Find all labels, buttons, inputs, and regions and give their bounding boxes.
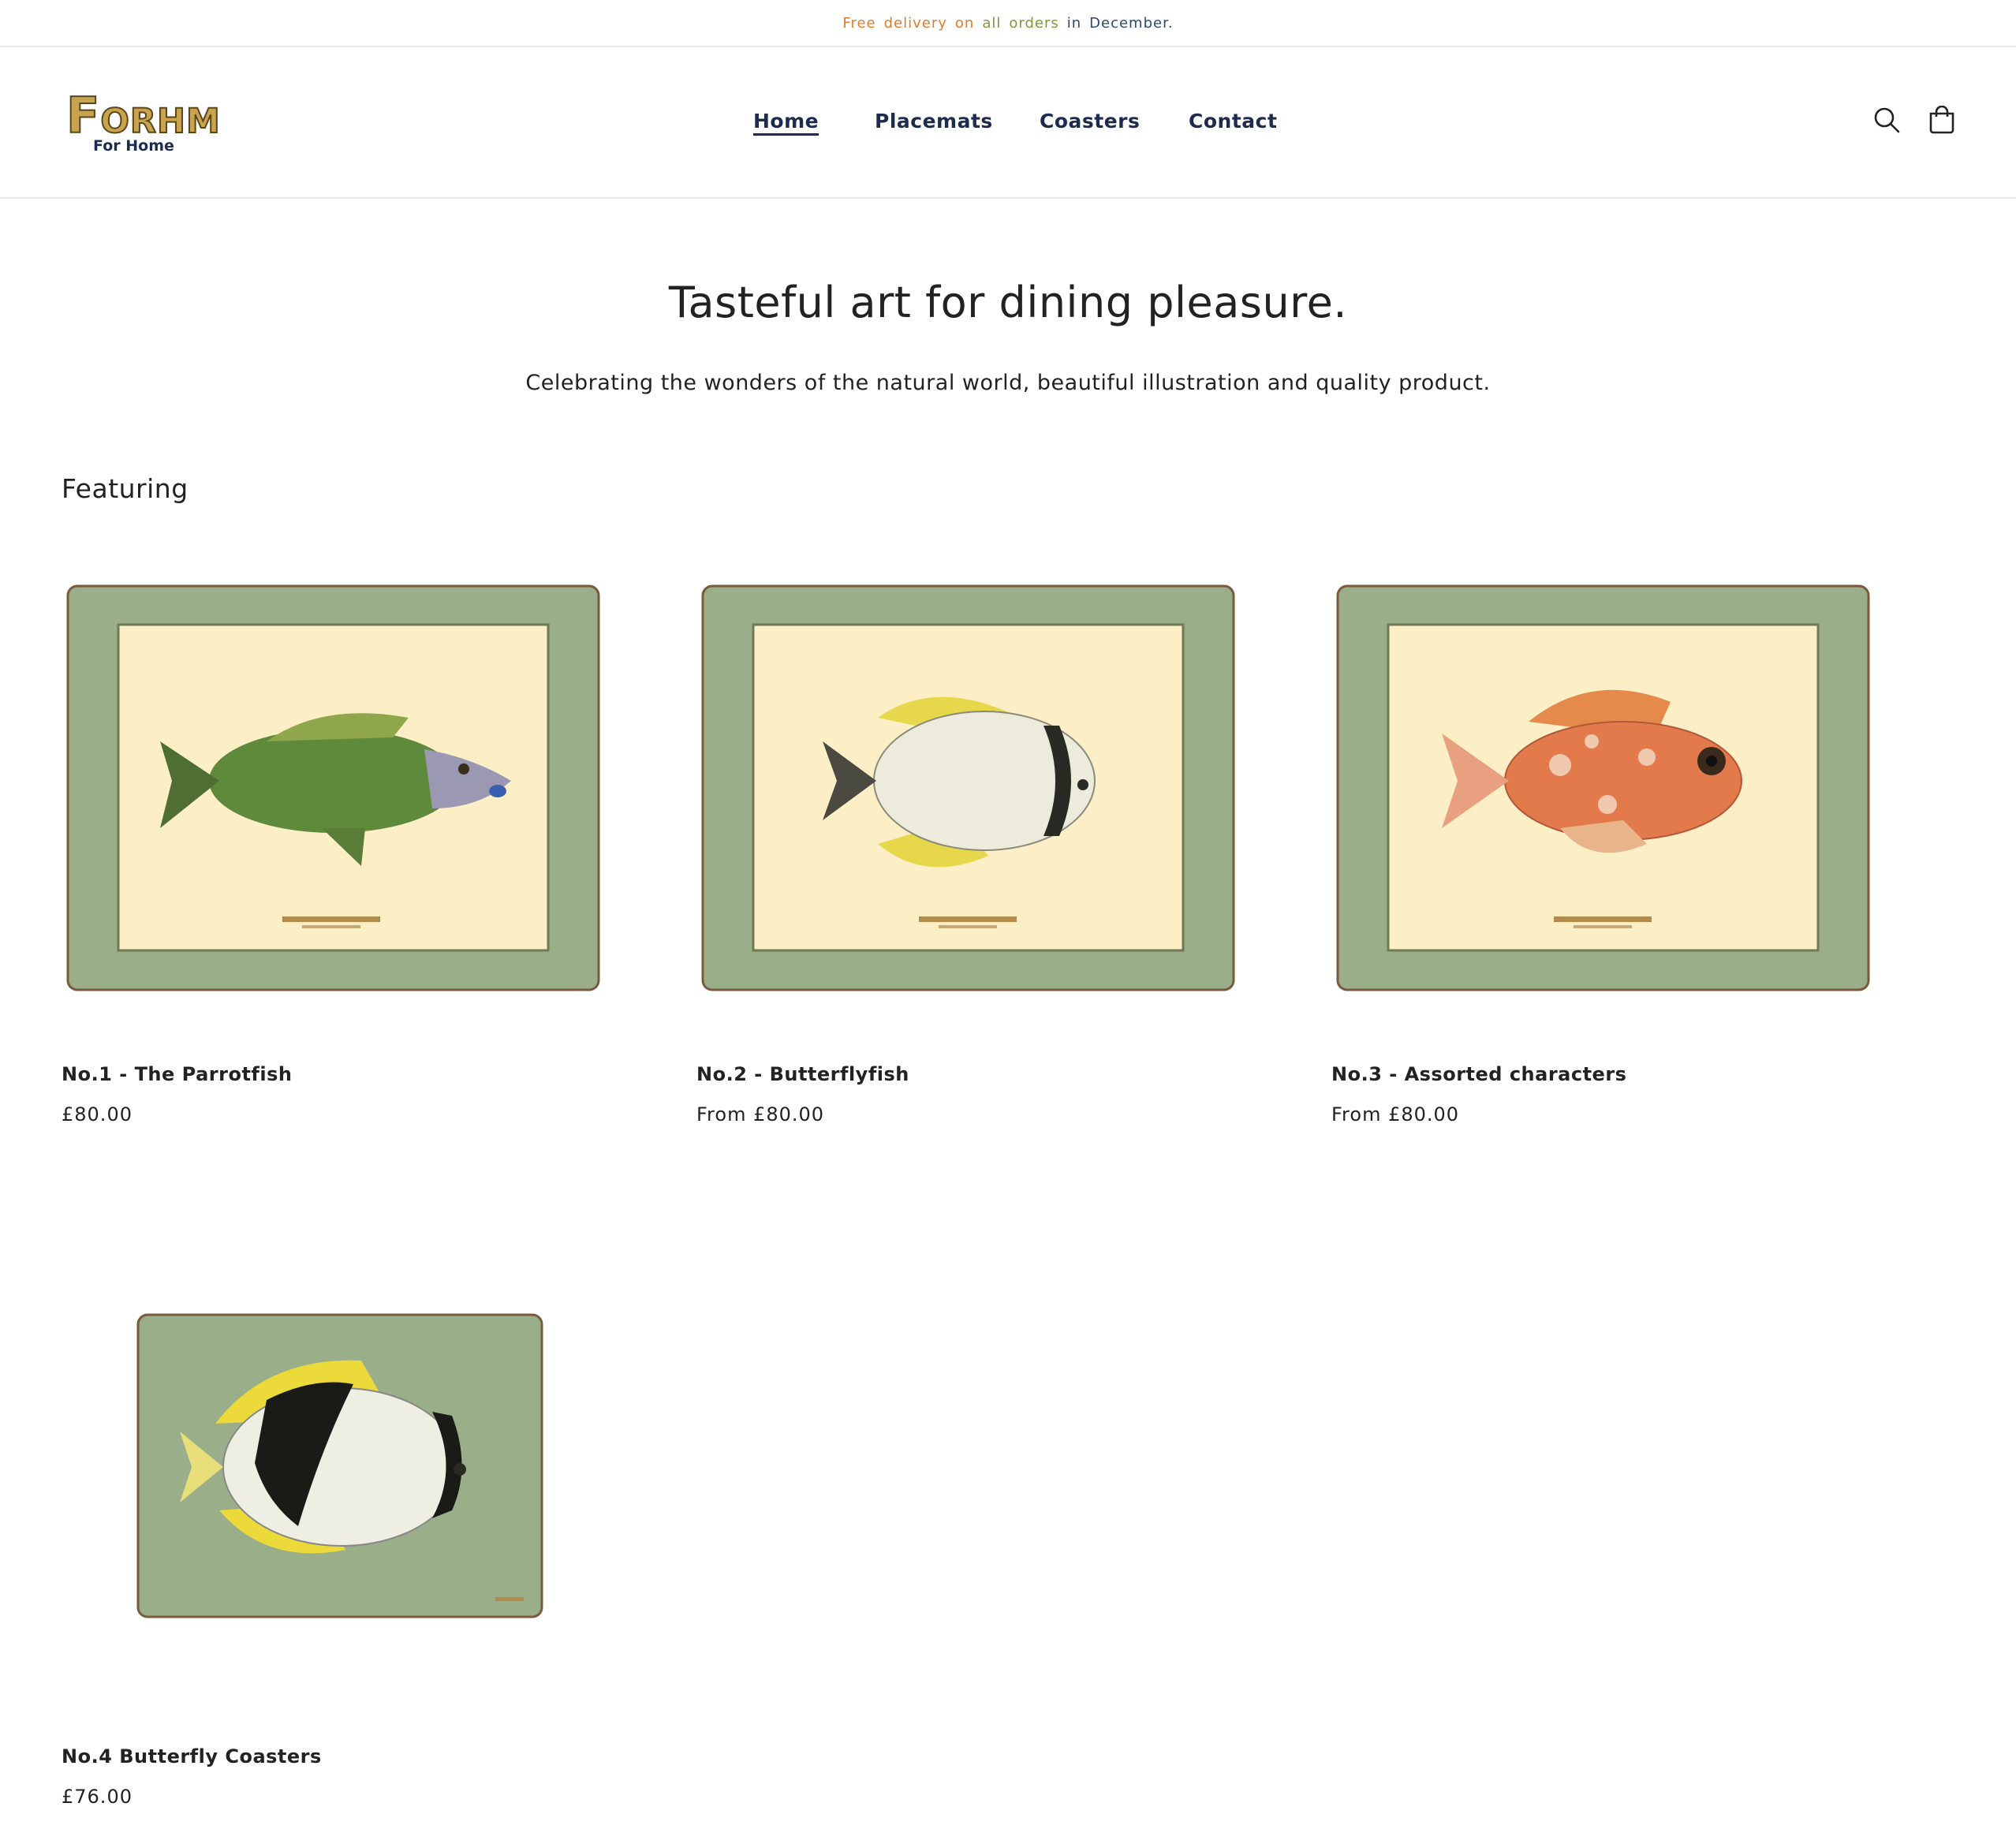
product-price: From £80.00: [696, 1103, 825, 1125]
cart-icon[interactable]: [1925, 103, 1959, 137]
announcement-word: in: [1066, 14, 1082, 32]
announcement-word: delivery: [883, 14, 947, 32]
site-header: Forhm For Home Home Placemats Coasters C…: [0, 47, 2016, 199]
product-price: £76.00: [62, 1786, 133, 1808]
product-image-butterfly-coasters[interactable]: [62, 1266, 674, 1771]
product-image-butterflyfish[interactable]: [696, 584, 1309, 1088]
product-title[interactable]: No.3 - Assorted characters: [1331, 1063, 1626, 1085]
product-price: £80.00: [62, 1103, 133, 1125]
search-icon[interactable]: [1869, 103, 1904, 137]
product-image-assorted-characters[interactable]: [1331, 584, 1943, 1088]
nav-placemats[interactable]: Placemats: [875, 110, 993, 133]
announcement-word: orders: [1009, 14, 1059, 32]
announcement-word: Free: [842, 14, 876, 32]
product-title[interactable]: No.1 - The Parrotfish: [62, 1063, 292, 1085]
nav-coasters[interactable]: Coasters: [1040, 110, 1140, 133]
section-heading: Featuring: [62, 473, 189, 504]
product-image-parrotfish[interactable]: [62, 584, 674, 1088]
product-title[interactable]: No.2 - Butterflyfish: [696, 1063, 909, 1085]
announcement-word: all: [982, 14, 1002, 32]
nav-home[interactable]: Home: [753, 110, 819, 133]
hero-subtitle: Celebrating the wonders of the natural w…: [525, 371, 1491, 395]
nav-contact[interactable]: Contact: [1189, 110, 1277, 133]
announcement-bar: Free delivery on all orders in December.: [0, 0, 2016, 47]
announcement-word: December.: [1089, 14, 1174, 32]
product-price: From £80.00: [1331, 1103, 1460, 1125]
announcement-word: on: [954, 14, 975, 32]
hero-title: Tasteful art for dining pleasure.: [668, 278, 1348, 327]
product-title[interactable]: No.4 Butterfly Coasters: [62, 1745, 322, 1767]
main-nav: Home Placemats Coasters Contact: [0, 47, 2016, 199]
